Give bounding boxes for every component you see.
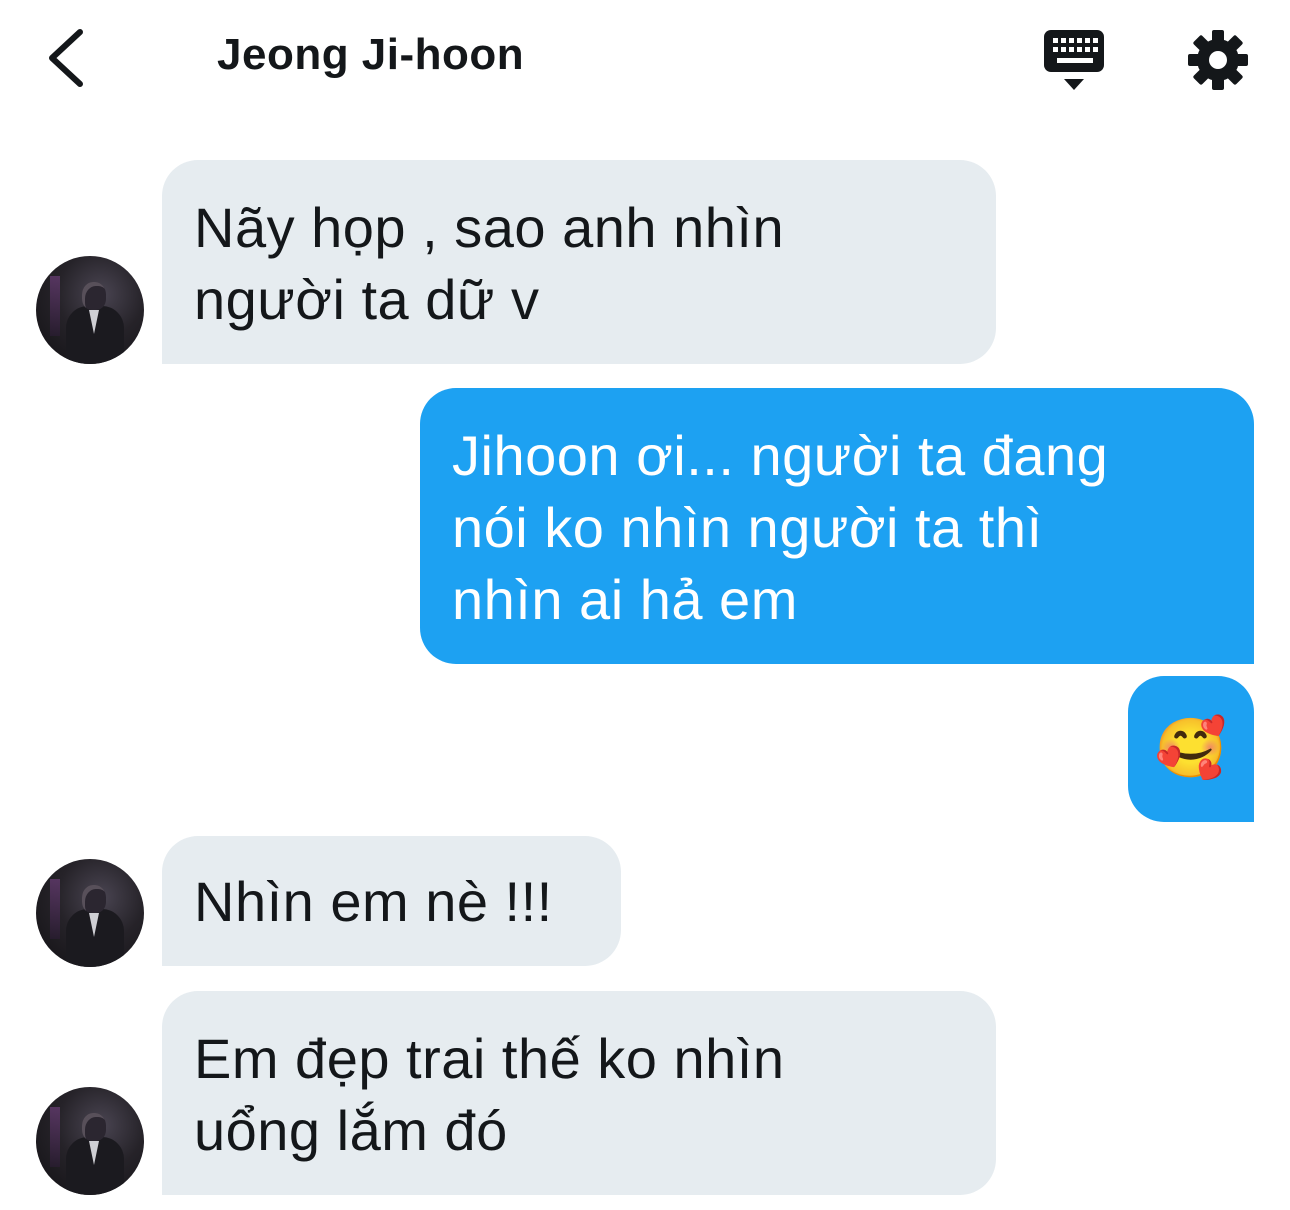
message-bubble-incoming[interactable]: Nãy họp , sao anh nhìn người ta dữ v bbox=[162, 160, 996, 364]
message-bubble-outgoing[interactable]: Jihoon ơi... người ta đang nói ko nhìn n… bbox=[420, 388, 1254, 664]
message-text: Nhìn em nè !!! bbox=[194, 870, 553, 933]
message-bubble-incoming[interactable]: Em đẹp trai thế ko nhìn uổng lắm đó bbox=[162, 991, 996, 1195]
message-text: uổng lắm đó bbox=[194, 1099, 508, 1162]
smiling-face-with-hearts-emoji: 🥰 bbox=[1154, 716, 1228, 781]
message-bubble-outgoing-emoji[interactable]: 🥰 bbox=[1128, 676, 1254, 822]
keyboard-icon bbox=[1044, 30, 1104, 90]
message-text: Em đẹp trai thế ko nhìn bbox=[194, 1027, 785, 1090]
conversation-header: Jeong Ji-hoon bbox=[0, 0, 1290, 120]
message-text: người ta dữ v bbox=[194, 268, 540, 331]
chevron-left-icon bbox=[49, 29, 83, 87]
message-text: Jihoon ơi... người ta đang bbox=[452, 424, 1109, 487]
gear-icon bbox=[1188, 30, 1248, 90]
sender-avatar[interactable] bbox=[36, 1087, 144, 1195]
sender-avatar[interactable] bbox=[36, 859, 144, 967]
settings-button[interactable] bbox=[1186, 28, 1250, 92]
conversation-title[interactable]: Jeong Ji-hoon bbox=[217, 30, 524, 80]
message-text: nói ko nhìn người ta thì bbox=[452, 496, 1043, 559]
message-text: nhìn ai hả em bbox=[452, 568, 798, 631]
sender-avatar[interactable] bbox=[36, 256, 144, 364]
keyboard-shortcuts-button[interactable] bbox=[1040, 28, 1108, 94]
back-button[interactable] bbox=[40, 26, 96, 90]
message-text: Nãy họp , sao anh nhìn bbox=[194, 196, 785, 259]
message-bubble-incoming[interactable]: Nhìn em nè !!! bbox=[162, 836, 621, 966]
